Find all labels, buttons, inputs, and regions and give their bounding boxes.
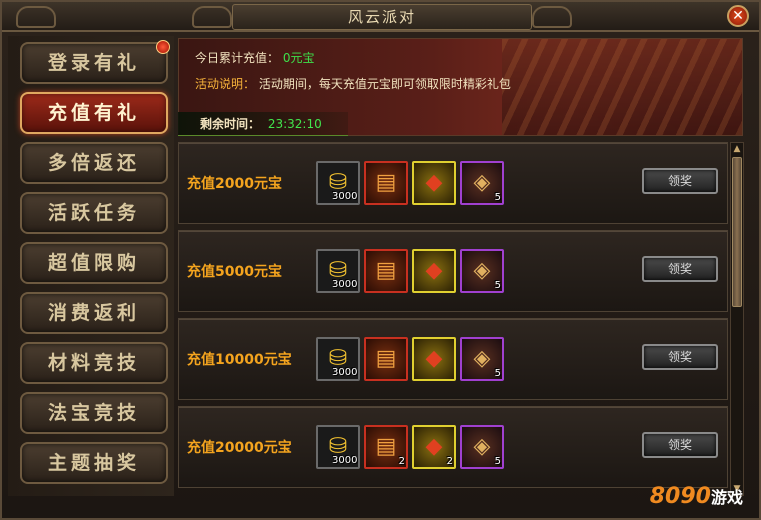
reward-row: 充值20000元宝 ⛁ 3000 ▤ 2 ◆ 2 ◈ 5 领奖 [178, 406, 728, 488]
today-recharge-label: 今日累计充值： [195, 51, 280, 65]
today-recharge: 今日累计充值： 0元宝 [195, 49, 314, 66]
sidebar-item-multi-return[interactable]: 多倍返还 [20, 142, 168, 184]
red-pouch-icon[interactable]: ◆ [412, 161, 456, 205]
sidebar-item-login-gift[interactable]: 登录有礼 [20, 40, 170, 84]
item-count: 2 [446, 456, 453, 467]
reward-tier-title: 充值10000元宝 [187, 352, 292, 368]
scroll-icon[interactable]: ▤ 2 [364, 425, 408, 469]
item-count: 5 [494, 280, 501, 291]
countdown-timer: 剩余时间： 23:32:10 [178, 112, 348, 136]
today-recharge-value: 0元宝 [282, 51, 315, 65]
claim-reward-button[interactable]: 领奖 [642, 168, 718, 194]
scroll-icon[interactable]: ▤ [364, 249, 408, 293]
item-count: 5 [494, 368, 501, 379]
close-button[interactable]: ✕ [727, 5, 749, 27]
claim-reward-button[interactable]: 领奖 [642, 256, 718, 282]
sidebar-item-label: 主题抽奖 [47, 452, 140, 474]
sidebar-item-treasure-contest[interactable]: 法宝竞技 [20, 392, 168, 434]
red-pouch-icon[interactable]: ◆ [412, 337, 456, 381]
talisman-icon[interactable]: ◈ 5 [460, 337, 504, 381]
talisman-icon[interactable]: ◈ 5 [460, 425, 504, 469]
sidebar-item-label: 超值限购 [47, 252, 140, 274]
notification-dot-icon [156, 40, 170, 54]
reward-row: 充值10000元宝 ⛁ 3000 ▤ ◆ ◈ 5 领奖 [178, 318, 728, 400]
event-description-text: 活动期间，每天充值元宝即可领取限时精彩礼包 [258, 77, 511, 91]
reward-list: 充值2000元宝 ⛁ 3000 ▤ ◆ ◈ 5 领奖 充值5000元宝 ⛁ 3000 … [178, 142, 728, 496]
item-count: 3000 [332, 455, 358, 466]
sidebar-item-label: 活跃任务 [47, 202, 140, 224]
site-watermark-logo: 8090游戏 [650, 484, 743, 514]
scroll-thumb[interactable] [732, 157, 742, 307]
event-window: 风云派对 ✕ 登录有礼 充值有礼 多倍返还 活跃任务 超值限购 消费返利 材料竞… [0, 0, 761, 520]
sidebar-item-limited-purchase[interactable]: 超值限购 [20, 242, 168, 284]
scroll-icon[interactable]: ▤ [364, 337, 408, 381]
sidebar-item-label: 多倍返还 [47, 152, 140, 174]
item-count: 3000 [332, 367, 358, 378]
reward-tier-title: 充值20000元宝 [187, 440, 292, 456]
reward-tier-title: 充值2000元宝 [187, 176, 282, 192]
event-description: 活动说明： 活动期间，每天充值元宝即可领取限时精彩礼包 [195, 75, 511, 92]
gold-ingot-icon[interactable]: ⛁ 3000 [316, 161, 360, 205]
talisman-icon[interactable]: ◈ 5 [460, 249, 504, 293]
reward-row: 充值2000元宝 ⛁ 3000 ▤ ◆ ◈ 5 领奖 [178, 142, 728, 224]
title-bar: 风云派对 ✕ [2, 2, 759, 32]
sidebar-item-label: 充值有礼 [47, 102, 140, 124]
corner-ornament [532, 6, 572, 28]
banner-art [502, 39, 742, 135]
gold-ingot-icon[interactable]: ⛁ 3000 [316, 337, 360, 381]
reward-row: 充值5000元宝 ⛁ 3000 ▤ ◆ ◈ 5 领奖 [178, 230, 728, 312]
gold-ingot-icon[interactable]: ⛁ 3000 [316, 249, 360, 293]
item-count: 5 [494, 192, 501, 203]
sidebar-item-spend-rebate[interactable]: 消费返利 [20, 292, 168, 334]
item-count: 3000 [332, 191, 358, 202]
countdown-value: 23:32:10 [267, 117, 322, 131]
sidebar-item-recharge-gift[interactable]: 充值有礼 [20, 92, 168, 134]
sidebar-item-material-contest[interactable]: 材料竞技 [20, 342, 168, 384]
scroll-up-arrow-icon[interactable]: ▲ [731, 143, 743, 155]
countdown-label: 剩余时间： [200, 117, 261, 131]
scroll-icon[interactable]: ▤ [364, 161, 408, 205]
item-count: 5 [494, 456, 501, 467]
event-description-label: 活动说明： [195, 77, 256, 91]
corner-ornament [192, 6, 232, 28]
claim-reward-button[interactable]: 领奖 [642, 432, 718, 458]
watermark-number: 8090 [649, 484, 711, 509]
talisman-icon[interactable]: ◈ 5 [460, 161, 504, 205]
item-count: 3000 [332, 279, 358, 290]
sidebar: 登录有礼 充值有礼 多倍返还 活跃任务 超值限购 消费返利 材料竞技 法宝竞技 … [8, 36, 174, 496]
sidebar-item-active-tasks[interactable]: 活跃任务 [20, 192, 168, 234]
corner-ornament [16, 6, 56, 28]
sidebar-item-label: 法宝竞技 [47, 402, 140, 424]
sidebar-item-label: 消费返利 [47, 302, 140, 324]
red-pouch-icon[interactable]: ◆ 2 [412, 425, 456, 469]
red-pouch-icon[interactable]: ◆ [412, 249, 456, 293]
item-count: 2 [398, 456, 405, 467]
sidebar-item-label: 材料竞技 [47, 352, 140, 374]
watermark-text: 游戏 [710, 488, 743, 507]
sidebar-item-theme-lottery[interactable]: 主题抽奖 [20, 442, 168, 484]
sidebar-item-label: 登录有礼 [47, 52, 140, 74]
window-title: 风云派对 [232, 4, 532, 30]
gold-ingot-icon[interactable]: ⛁ 3000 [316, 425, 360, 469]
claim-reward-button[interactable]: 领奖 [642, 344, 718, 370]
reward-list-scrollbar[interactable]: ▲ ▼ [730, 142, 744, 496]
reward-tier-title: 充值5000元宝 [187, 264, 282, 280]
